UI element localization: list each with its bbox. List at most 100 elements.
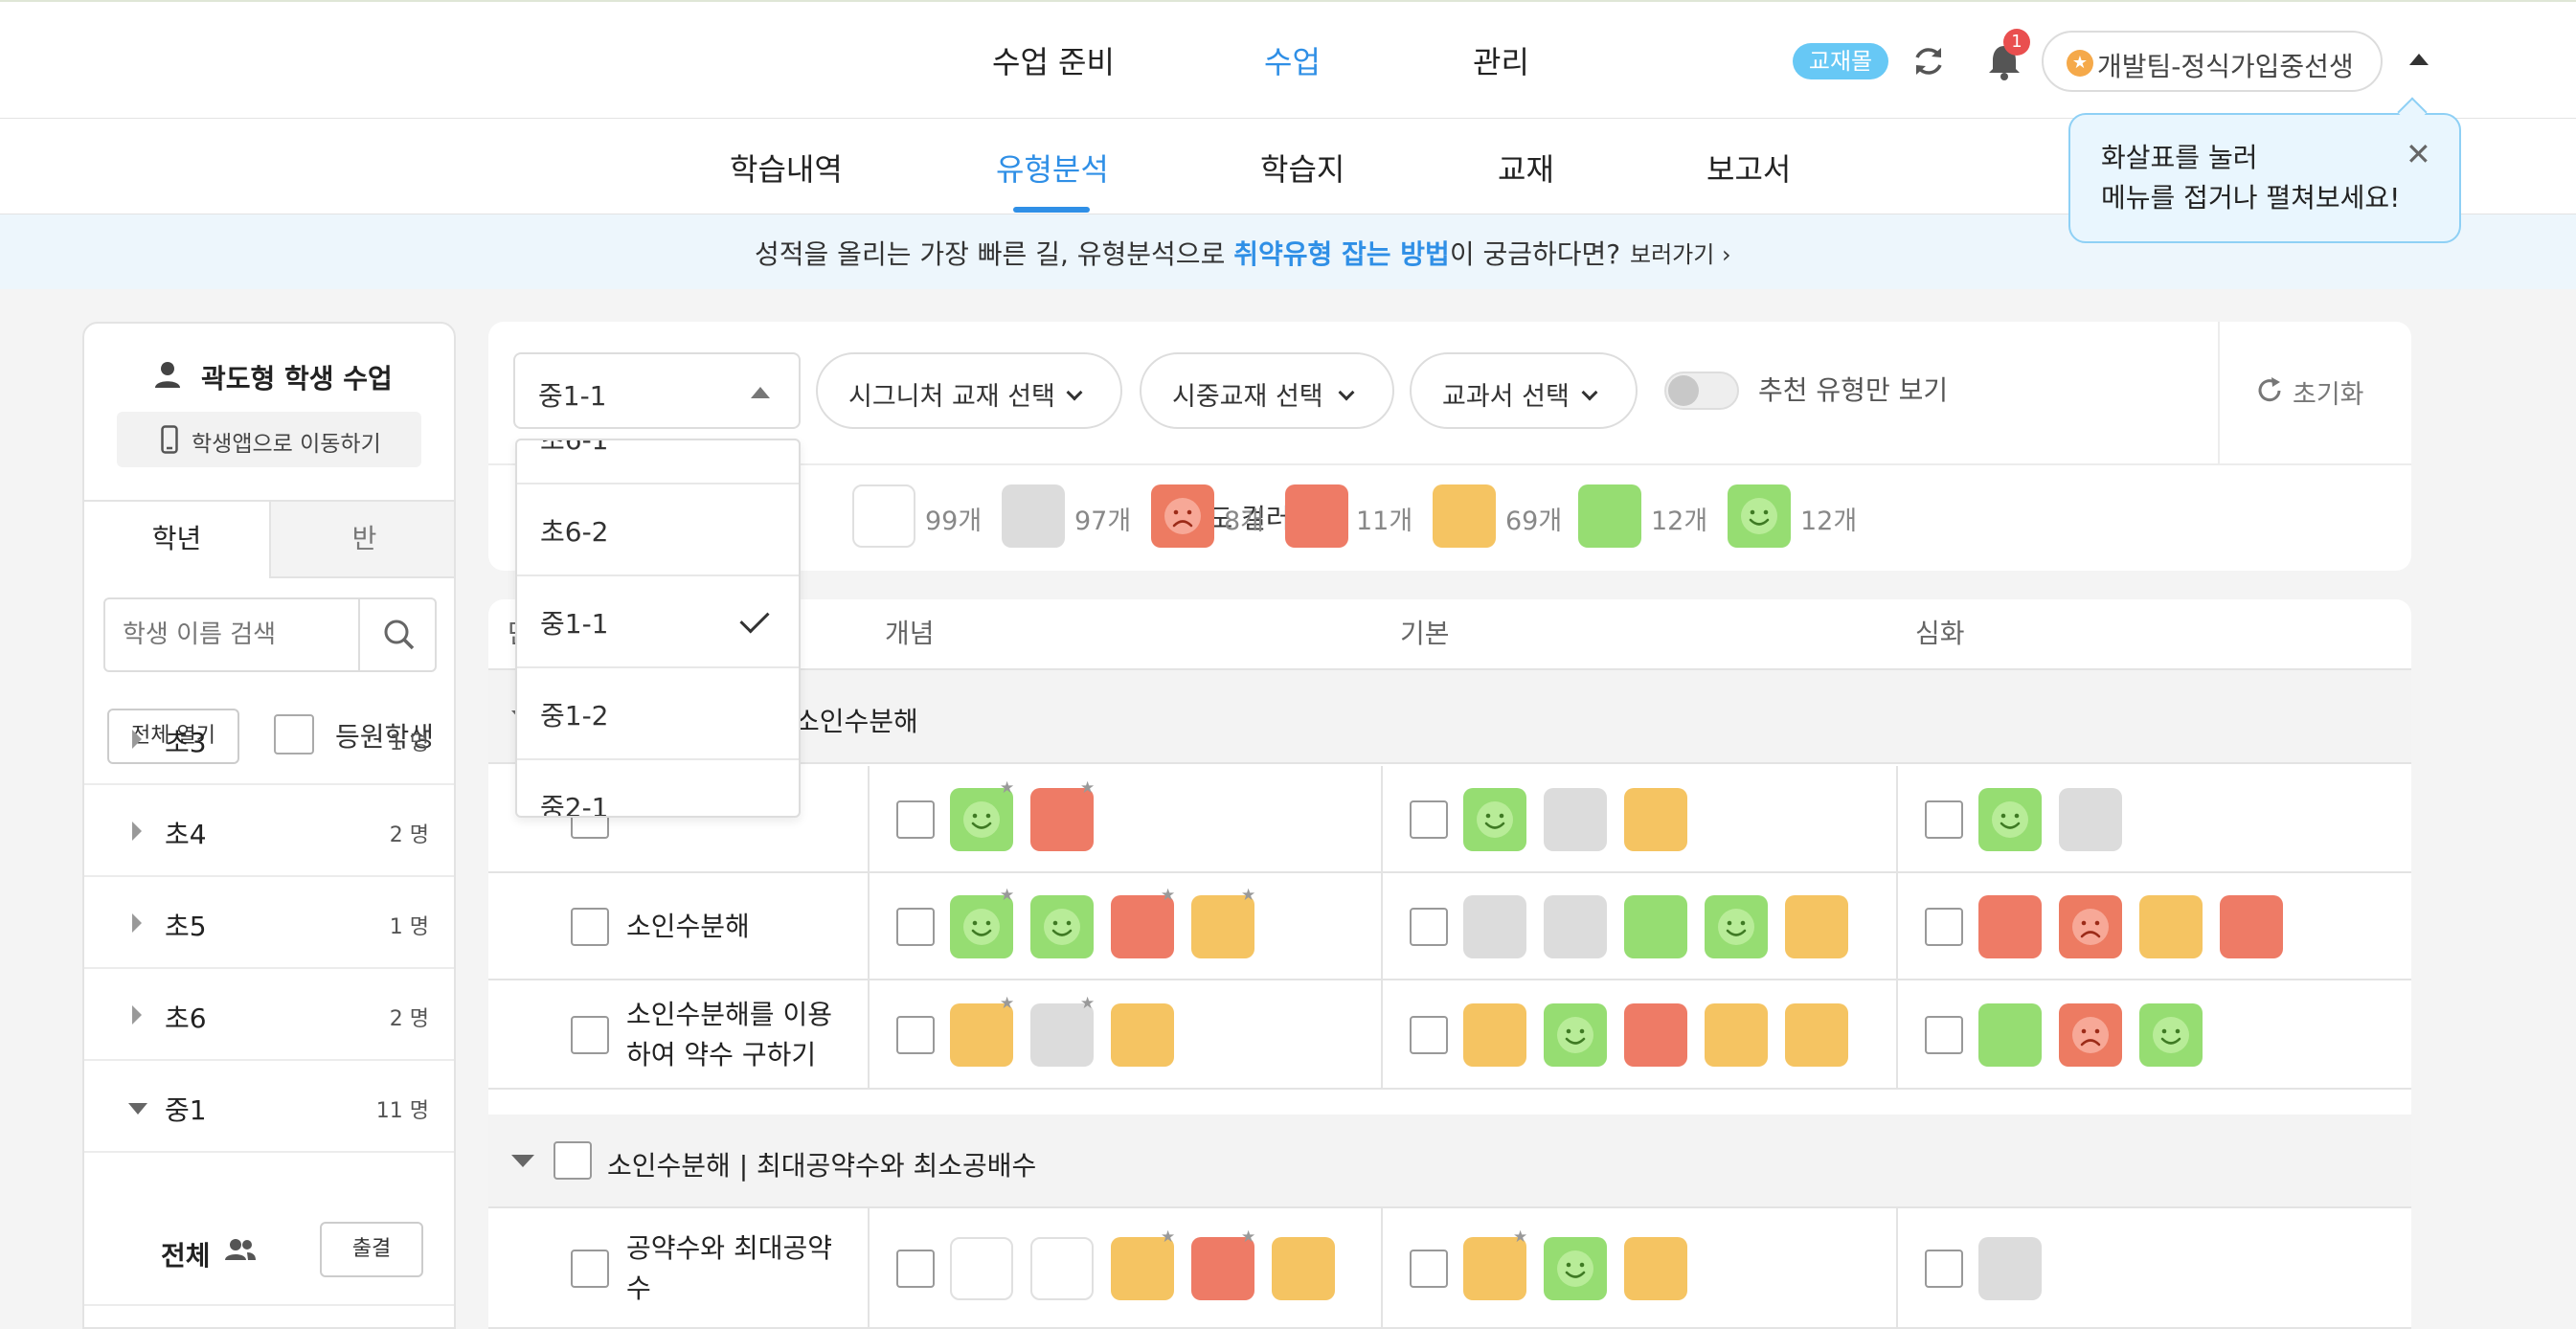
grade-row[interactable]: 중1 11 명 bbox=[84, 1061, 454, 1153]
row-checkbox[interactable] bbox=[571, 908, 609, 946]
achievement-cell-red[interactable]: ★ bbox=[1191, 1228, 1255, 1300]
textbook-select[interactable]: 교과서 선택 bbox=[1410, 352, 1638, 429]
dropdown-option[interactable]: 중2-1 bbox=[517, 760, 799, 816]
search-button[interactable] bbox=[358, 599, 437, 670]
achievement-cell-smile[interactable] bbox=[2139, 1003, 2203, 1067]
achievement-cell-yellow[interactable] bbox=[1785, 895, 1848, 958]
cell-checkbox-basic[interactable] bbox=[1410, 1016, 1448, 1054]
tab-report[interactable]: 보고서 bbox=[1706, 146, 1791, 190]
nav-manage[interactable]: 관리 bbox=[1473, 38, 1529, 82]
achievement-cell-gray[interactable]: ★ bbox=[1030, 994, 1095, 1067]
achievement-cell-yellow[interactable] bbox=[1624, 788, 1687, 851]
achievement-cell-yellow[interactable] bbox=[1624, 1237, 1687, 1300]
caret-down-icon[interactable] bbox=[128, 1103, 147, 1115]
row-checkbox[interactable] bbox=[571, 1016, 609, 1054]
achievement-cell-smile[interactable] bbox=[1544, 1003, 1607, 1067]
grade-row[interactable]: 초5 1 명 bbox=[84, 877, 454, 969]
achievement-cell-yellow[interactable] bbox=[1705, 1003, 1768, 1067]
nav-class[interactable]: 수업 bbox=[1264, 38, 1321, 82]
cell-checkbox-advanced[interactable] bbox=[1925, 1016, 1963, 1054]
cell-checkbox-concept[interactable] bbox=[896, 800, 935, 839]
caret-right-icon[interactable] bbox=[132, 913, 142, 933]
achievement-cell-yellow[interactable] bbox=[1785, 1003, 1848, 1067]
caret-right-icon[interactable] bbox=[132, 1005, 142, 1025]
caret-right-icon[interactable] bbox=[132, 822, 142, 841]
achievement-cell-white[interactable] bbox=[1030, 1237, 1094, 1300]
student-search-input[interactable] bbox=[105, 599, 358, 670]
achievement-cell-sad[interactable] bbox=[2059, 1003, 2122, 1067]
signature-book-select[interactable]: 시그니처 교재 선택 bbox=[816, 352, 1122, 429]
market-book-select[interactable]: 시중교재 선택 bbox=[1140, 352, 1394, 429]
dropdown-option[interactable]: 중1-2 bbox=[517, 668, 799, 760]
achievement-cell-green[interactable] bbox=[1624, 895, 1687, 958]
tab-type-analysis[interactable]: 유형분석 bbox=[996, 146, 1109, 190]
achievement-cell-gray[interactable] bbox=[1544, 895, 1607, 958]
cell-checkbox-advanced[interactable] bbox=[1925, 908, 1963, 946]
achievement-cell-gray[interactable] bbox=[2059, 788, 2122, 851]
store-badge[interactable]: 교재몰 bbox=[1793, 43, 1888, 79]
all-students-row[interactable]: 전체 출결 bbox=[84, 1199, 454, 1306]
tab-grade[interactable]: 학년 bbox=[84, 502, 271, 578]
dropdown-option[interactable]: 중1-1 bbox=[517, 576, 799, 668]
cell-checkbox-concept[interactable] bbox=[896, 908, 935, 946]
attendance-button[interactable]: 출결 bbox=[320, 1222, 423, 1277]
achievement-cell-red[interactable] bbox=[1978, 895, 2042, 958]
achievement-cell-red[interactable] bbox=[1624, 1003, 1687, 1067]
achievement-cell-smile[interactable] bbox=[1544, 1237, 1607, 1300]
caret-right-icon[interactable] bbox=[132, 730, 142, 749]
achievement-cell-red[interactable]: ★ bbox=[1111, 886, 1175, 958]
achievement-cell-smile[interactable]: ★ bbox=[950, 886, 1014, 958]
tab-learning-history[interactable]: 학습내역 bbox=[730, 146, 843, 190]
achievement-cell-green[interactable] bbox=[1978, 1003, 2042, 1067]
banner-link[interactable]: 보러가기 › bbox=[1630, 236, 1731, 269]
achievement-cell-gray[interactable] bbox=[1463, 895, 1526, 958]
cell-checkbox-advanced[interactable] bbox=[1925, 800, 1963, 839]
achievement-cell-red[interactable]: ★ bbox=[1030, 778, 1095, 851]
achievement-cell-yellow[interactable] bbox=[1272, 1237, 1335, 1300]
cell-checkbox-concept[interactable] bbox=[896, 1016, 935, 1054]
reset-button[interactable]: 초기화 bbox=[2218, 322, 2411, 463]
close-icon[interactable]: ✕ bbox=[2406, 136, 2431, 172]
grade-select[interactable]: 중1-1 bbox=[513, 352, 801, 429]
cell-checkbox-basic[interactable] bbox=[1410, 1250, 1448, 1288]
achievement-cell-yellow[interactable] bbox=[2139, 895, 2203, 958]
collapse-menu-icon[interactable] bbox=[2409, 54, 2429, 65]
tab-class[interactable]: 반 bbox=[271, 502, 454, 578]
grade-row[interactable]: 초6 2 명 bbox=[84, 969, 454, 1061]
tab-textbook[interactable]: 교재 bbox=[1498, 146, 1554, 190]
tab-worksheet[interactable]: 학습지 bbox=[1260, 146, 1344, 190]
group-row[interactable]: 소인수분해 | 최대공약수와 최소공배수 bbox=[488, 1115, 2411, 1208]
grade-row[interactable]: 초4 2 명 bbox=[84, 785, 454, 877]
achievement-cell-sad[interactable] bbox=[2059, 895, 2122, 958]
dropdown-option[interactable]: 초6-2 bbox=[517, 484, 799, 576]
achievement-cell-yellow[interactable]: ★ bbox=[1191, 886, 1255, 958]
achievement-cell-yellow[interactable]: ★ bbox=[1463, 1228, 1527, 1300]
achievement-cell-gray[interactable] bbox=[1544, 788, 1607, 851]
refresh-icon[interactable] bbox=[1909, 42, 1948, 80]
achievement-cell-smile[interactable] bbox=[1705, 895, 1768, 958]
achievement-cell-red[interactable] bbox=[2220, 895, 2283, 958]
achievement-cell-yellow[interactable]: ★ bbox=[1111, 1228, 1175, 1300]
achievement-cell-smile[interactable] bbox=[1978, 788, 2042, 851]
grade-row[interactable]: 초3 1 명 bbox=[84, 693, 454, 785]
achievement-cell-yellow[interactable] bbox=[1111, 1003, 1174, 1067]
group-checkbox[interactable] bbox=[554, 1141, 592, 1180]
cell-checkbox-basic[interactable] bbox=[1410, 908, 1448, 946]
caret-down-icon[interactable] bbox=[511, 1155, 534, 1167]
achievement-cell-gray[interactable] bbox=[1978, 1237, 2042, 1300]
dropdown-option[interactable]: 초6-1 bbox=[517, 440, 799, 484]
achievement-cell-smile[interactable] bbox=[1030, 895, 1094, 958]
user-menu[interactable]: ★ 개발팀-정식가입중선생 bbox=[2042, 31, 2383, 92]
cell-checkbox-advanced[interactable] bbox=[1925, 1250, 1963, 1288]
row-checkbox[interactable] bbox=[571, 1250, 609, 1288]
achievement-cell-smile[interactable] bbox=[1463, 788, 1526, 851]
achievement-cell-yellow[interactable] bbox=[1463, 1003, 1526, 1067]
achievement-cell-white[interactable] bbox=[950, 1237, 1013, 1300]
achievement-cell-smile[interactable]: ★ bbox=[950, 778, 1014, 851]
cell-checkbox-concept[interactable] bbox=[896, 1250, 935, 1288]
nav-class-prep[interactable]: 수업 준비 bbox=[992, 38, 1115, 82]
cell-checkbox-basic[interactable] bbox=[1410, 800, 1448, 839]
student-app-button[interactable]: 학생앱으로 이동하기 bbox=[117, 412, 421, 467]
achievement-cell-yellow[interactable]: ★ bbox=[950, 994, 1014, 1067]
recommend-toggle[interactable] bbox=[1664, 372, 1739, 410]
